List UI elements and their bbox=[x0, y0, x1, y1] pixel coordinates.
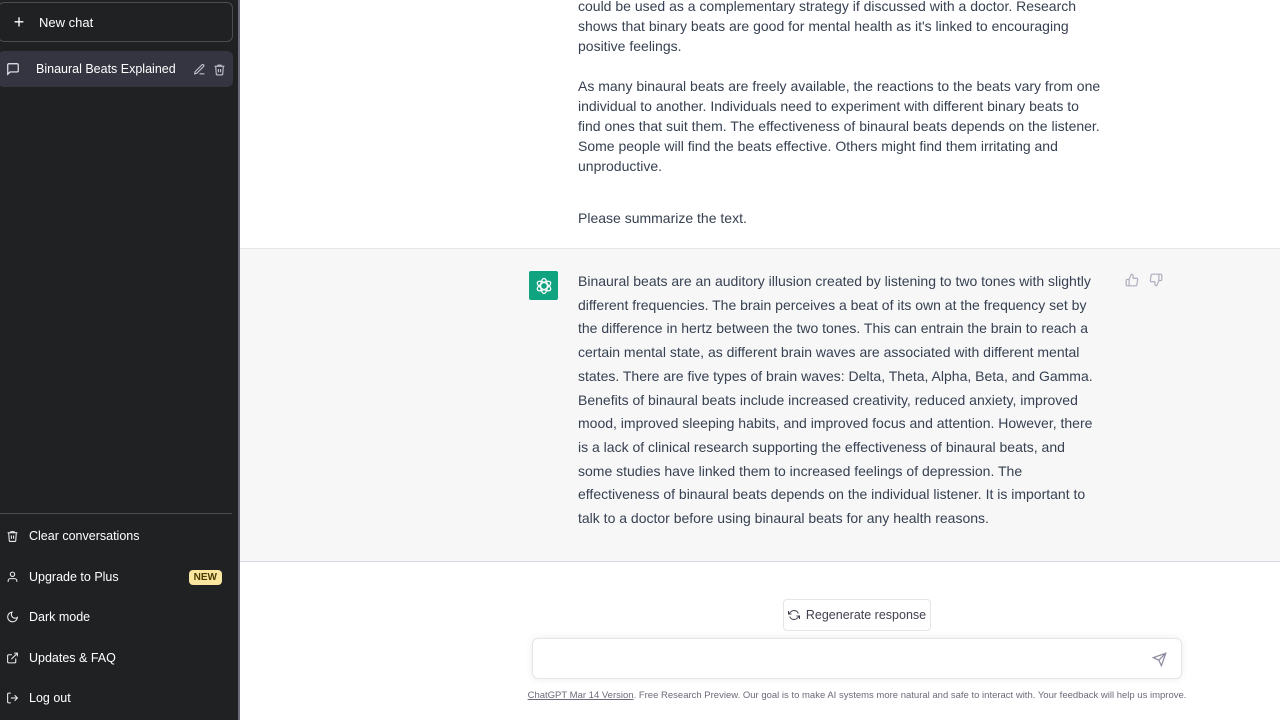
thumbs-down-icon[interactable] bbox=[1149, 273, 1163, 287]
send-icon[interactable] bbox=[1152, 652, 1167, 667]
chatgpt-logo-icon bbox=[529, 271, 558, 300]
clear-conversations-button[interactable]: Clear conversations bbox=[0, 516, 232, 556]
edit-icon[interactable] bbox=[193, 62, 207, 76]
regenerate-label: Regenerate response bbox=[805, 608, 927, 622]
chat-main: could be used as a complementary strateg… bbox=[240, 0, 1280, 720]
regenerate-response-button[interactable]: Regenerate response bbox=[783, 599, 931, 631]
version-link[interactable]: ChatGPT Mar 14 Version bbox=[528, 690, 634, 701]
footer-item-label: Dark mode bbox=[29, 610, 91, 624]
message-input[interactable] bbox=[545, 649, 1135, 671]
feedback-buttons bbox=[1125, 273, 1163, 287]
assistant-message: Binaural beats are an auditory illusion … bbox=[240, 249, 1280, 562]
upgrade-to-plus-button[interactable]: Upgrade to Plus NEW bbox=[0, 557, 232, 597]
plus-icon: + bbox=[13, 12, 25, 32]
user-message-text: could be used as a complementary strateg… bbox=[578, 0, 1103, 248]
disclaimer: ChatGPT Mar 14 Version. Free Research Pr… bbox=[512, 690, 1202, 701]
disclaimer-text: . Free Research Preview. Our goal is to … bbox=[633, 690, 1187, 701]
trash-icon[interactable] bbox=[213, 62, 227, 76]
user-paragraph: could be used as a complementary strateg… bbox=[578, 0, 1077, 54]
dark-mode-button[interactable]: Dark mode bbox=[0, 597, 232, 637]
moon-icon bbox=[6, 610, 20, 624]
user-paragraph: As many binaural beats are freely availa… bbox=[578, 78, 1101, 174]
sidebar: + New chat Binaural Beats Explained Clea… bbox=[0, 0, 240, 720]
user-message: could be used as a complementary strateg… bbox=[240, 0, 1280, 249]
updates-faq-link[interactable]: Updates & FAQ bbox=[0, 638, 232, 678]
user-icon bbox=[6, 570, 20, 584]
thumbs-up-icon[interactable] bbox=[1125, 273, 1139, 287]
logout-icon bbox=[6, 691, 20, 705]
assistant-message-text: Binaural beats are an auditory illusion … bbox=[578, 273, 1093, 527]
chat-bubble-icon bbox=[6, 61, 22, 77]
footer-item-label: Clear conversations bbox=[29, 529, 140, 543]
trash-icon bbox=[6, 529, 20, 543]
footer-item-label: Updates & FAQ bbox=[29, 651, 116, 665]
log-out-button[interactable]: Log out bbox=[0, 678, 232, 718]
user-paragraph: Please summarize the text. bbox=[578, 210, 747, 226]
refresh-icon bbox=[787, 609, 800, 621]
footer-item-label: Log out bbox=[29, 691, 71, 705]
external-link-icon bbox=[6, 651, 20, 665]
footer-item-label: Upgrade to Plus bbox=[29, 570, 119, 584]
conversation-item[interactable]: Binaural Beats Explained bbox=[0, 51, 233, 87]
new-chat-label: New chat bbox=[39, 14, 94, 30]
conversation-title: Binaural Beats Explained bbox=[36, 62, 176, 76]
new-badge: NEW bbox=[188, 569, 222, 585]
new-chat-button[interactable]: + New chat bbox=[0, 2, 233, 42]
sidebar-footer: Clear conversations Upgrade to Plus NEW … bbox=[0, 513, 232, 705]
message-composer bbox=[532, 638, 1182, 679]
